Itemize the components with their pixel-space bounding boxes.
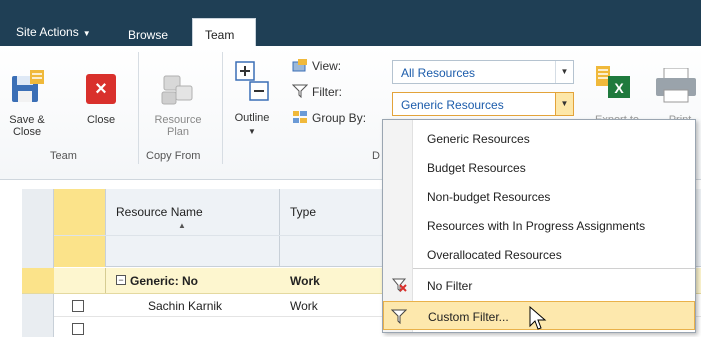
close-button-label: Close	[86, 114, 116, 126]
export-to-excel-icon[interactable]: X	[594, 64, 634, 104]
group-by-row: Group By:	[292, 110, 366, 125]
filter-dropdown-menu: Generic Resources Budget Resources Non-b…	[382, 119, 696, 333]
group-by-icon	[293, 111, 307, 123]
view-select[interactable]: All Resources ▼	[392, 60, 574, 84]
selection-column-header[interactable]	[54, 189, 106, 267]
tab-browse[interactable]: Browse	[128, 28, 168, 42]
resource-plan-icon[interactable]	[158, 74, 198, 108]
chevron-down-icon[interactable]: ▼	[555, 61, 573, 83]
group-row-type: Work	[290, 274, 320, 288]
outline-label: Outline	[234, 112, 270, 124]
row-header-column	[22, 189, 54, 337]
menu-item-generic-resources[interactable]: Generic Resources	[383, 124, 695, 153]
filter-row: Filter:	[292, 84, 342, 99]
row-checkbox[interactable]	[72, 323, 84, 335]
group-row-label: Generic: No	[130, 274, 199, 288]
tab-team[interactable]: Team	[192, 18, 256, 46]
save-close-icon[interactable]	[10, 68, 46, 104]
divider	[138, 52, 139, 164]
mouse-cursor-icon	[529, 306, 547, 330]
view-row: View:	[292, 58, 341, 73]
resource-plan-label: Resource Plan	[154, 114, 202, 138]
top-bar: Site Actions ▼ Browse Team	[0, 0, 701, 46]
clear-filter-icon	[391, 278, 407, 293]
group-row-selector[interactable]	[22, 268, 54, 293]
resource-name-cell: Sachin Karnik	[148, 299, 223, 313]
column-header-resource-name[interactable]: Resource Name ▲	[106, 189, 280, 267]
menu-item-overallocated-resources[interactable]: Overallocated Resources	[383, 240, 695, 269]
outline-icon[interactable]	[234, 60, 270, 108]
filter-icon	[391, 309, 407, 324]
view-icon	[292, 59, 307, 72]
chevron-down-icon[interactable]: ▼	[555, 93, 573, 115]
group-label-team: Team	[50, 150, 77, 162]
chevron-down-icon[interactable]: ▼	[230, 126, 274, 138]
close-icon[interactable]: ×	[86, 74, 116, 104]
filter-select[interactable]: Generic Resources ▼	[392, 92, 574, 116]
type-cell: Work	[290, 299, 318, 313]
menu-item-budget-resources[interactable]: Budget Resources	[383, 153, 695, 182]
site-actions-menu[interactable]: Site Actions ▼	[16, 25, 91, 39]
collapse-icon[interactable]: −	[116, 275, 126, 285]
filter-icon	[292, 84, 308, 98]
menu-item-no-filter[interactable]: No Filter	[383, 271, 695, 300]
sort-ascending-icon: ▲	[178, 221, 186, 230]
save-close-label: Save & Close	[9, 114, 45, 138]
svg-text:X: X	[614, 80, 624, 96]
header-divider	[54, 235, 390, 236]
column-header-type[interactable]: Type	[280, 189, 390, 267]
divider	[222, 52, 223, 164]
group-row-check-cell	[54, 268, 106, 293]
row-checkbox[interactable]	[72, 300, 84, 312]
print-icon[interactable]	[652, 68, 700, 104]
menu-item-in-progress-assignments[interactable]: Resources with In Progress Assignments	[383, 211, 695, 240]
group-label-data: D	[372, 150, 380, 162]
group-label-copy-from: Copy From	[146, 150, 201, 162]
menu-item-non-budget-resources[interactable]: Non-budget Resources	[383, 182, 695, 211]
chevron-down-icon: ▼	[82, 29, 91, 38]
menu-separator	[413, 268, 695, 269]
